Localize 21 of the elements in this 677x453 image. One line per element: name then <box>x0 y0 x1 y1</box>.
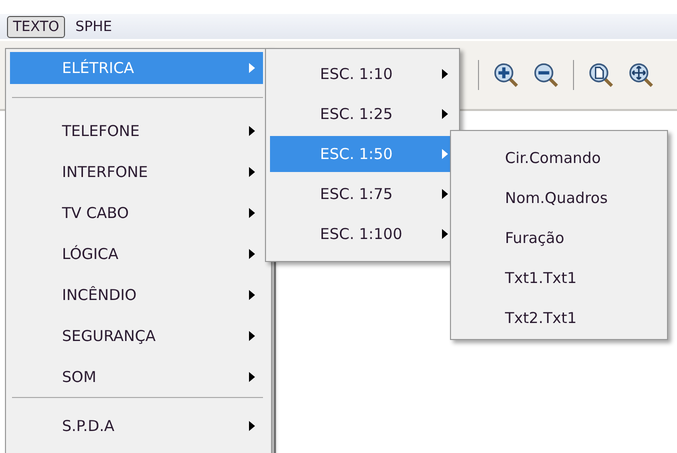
menu-item[interactable]: Txt2.Txt1 <box>455 298 661 338</box>
menu-item[interactable]: Txt1.Txt1 <box>455 258 661 298</box>
zoom-in-icon[interactable] <box>493 62 519 88</box>
menu-item[interactable]: TELEFONE <box>10 110 263 151</box>
menu-item[interactable]: SEGURANÇA <box>10 315 263 356</box>
zoom-out-icon[interactable] <box>533 62 559 88</box>
menu-item[interactable]: Nom.Quadros <box>455 178 661 218</box>
zoom-pan-icon[interactable] <box>628 62 654 88</box>
menu-item[interactable]: INCÊNDIO <box>10 274 263 315</box>
menu-item[interactable]: TV CABO <box>10 192 263 233</box>
menu-bar-item[interactable]: SPHE <box>69 16 118 38</box>
menu-bar-item[interactable]: TEXTO <box>7 16 66 38</box>
menu-item[interactable]: INTERFONE <box>10 151 263 192</box>
menu-item[interactable]: Cir.Comando <box>455 138 661 178</box>
menu-item[interactable]: LÓGICA <box>10 233 263 274</box>
menu-item[interactable]: ESC. 1:10 <box>270 56 451 92</box>
zoom-page-icon[interactable] <box>588 62 614 88</box>
menu-item[interactable]: SOM <box>10 356 263 397</box>
menu-item[interactable]: ESC. 1:25 <box>270 96 451 132</box>
menu-item[interactable]: S.P.D.A <box>10 405 263 446</box>
menu-item[interactable]: Furação <box>455 218 661 258</box>
